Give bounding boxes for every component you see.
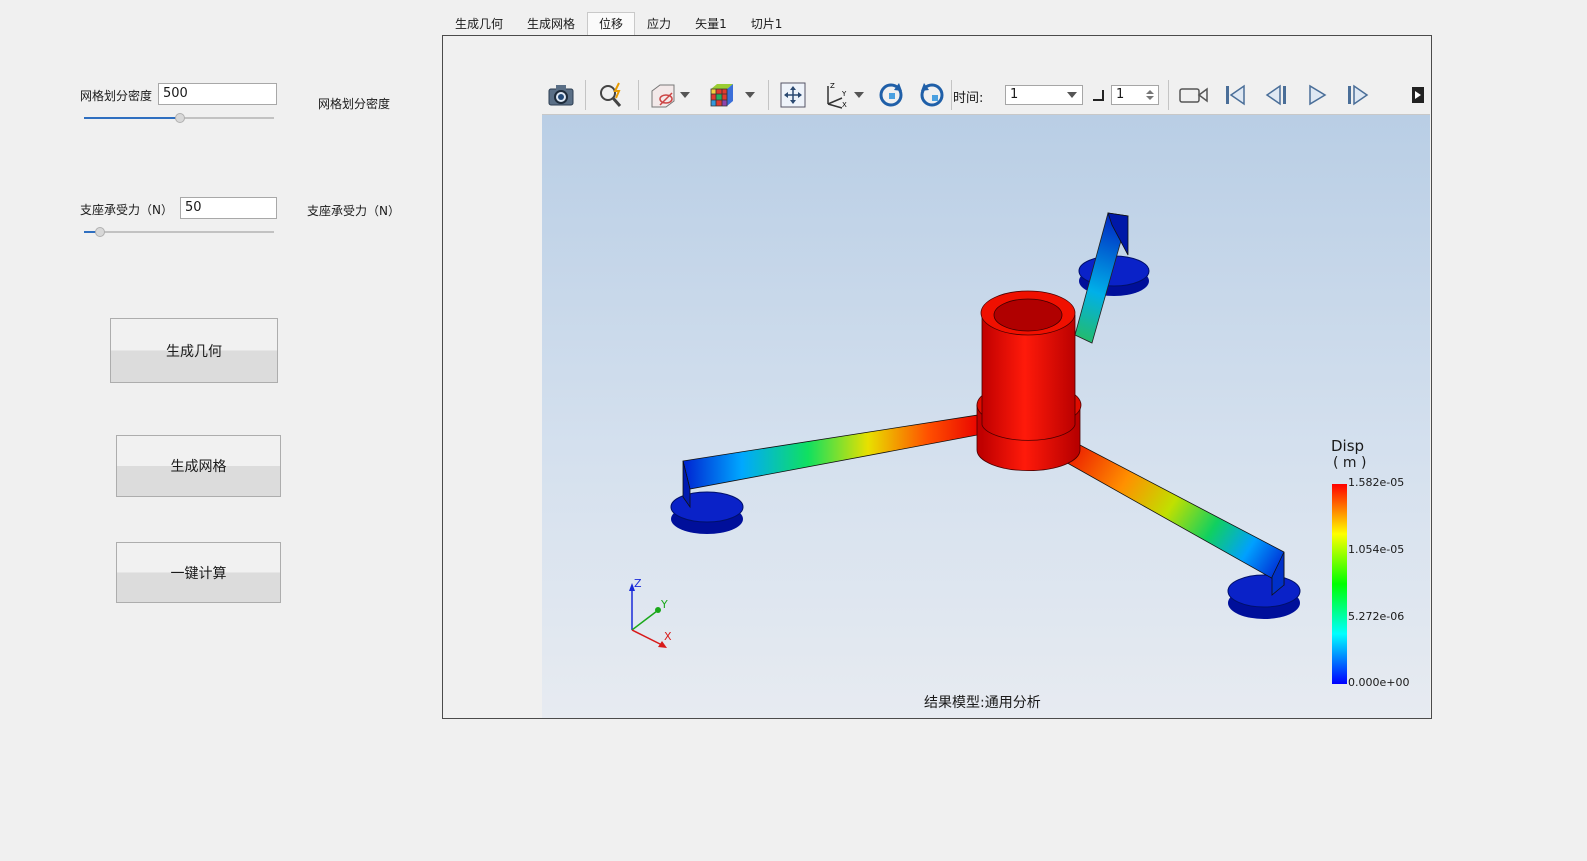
zoom-icon[interactable] xyxy=(597,80,627,110)
legend-min-label: 0.000e+00 xyxy=(1348,676,1410,689)
color-cube-icon[interactable] xyxy=(707,80,737,110)
display-mode-dropdown-icon[interactable] xyxy=(676,80,694,110)
tab-generate-geometry[interactable]: 生成几何 xyxy=(443,12,515,37)
legend-title: Disp xyxy=(1331,437,1365,455)
axes-icon[interactable]: ZYX xyxy=(820,80,850,110)
support-force-input[interactable]: 50 xyxy=(180,197,277,219)
axes-dropdown-icon[interactable] xyxy=(850,80,868,110)
model-viewport[interactable]: Z Y X Disp ( m ) 1.582e-05 1.054e-05 5.2… xyxy=(542,115,1430,718)
step-icon xyxy=(1093,90,1104,101)
generate-mesh-button[interactable]: 生成网格 xyxy=(116,435,281,497)
legend-unit: ( m ) xyxy=(1333,455,1367,471)
mesh-density-input[interactable]: 500 xyxy=(158,83,277,105)
svg-text:Z: Z xyxy=(830,82,835,90)
generate-geometry-button[interactable]: 生成几何 xyxy=(110,318,278,383)
support-force-side-label: 支座承受力（N） xyxy=(307,204,400,218)
time-select[interactable]: 1 xyxy=(1005,85,1083,105)
triad-y-label: Y xyxy=(660,598,668,611)
fit-view-icon[interactable] xyxy=(778,80,808,110)
next-frame-icon[interactable] xyxy=(1343,80,1373,110)
triad-x-label: X xyxy=(664,630,672,643)
mesh-density-side-label: 网格划分密度 xyxy=(318,97,391,111)
color-cube-dropdown-icon[interactable] xyxy=(741,80,759,110)
legend-color-bar xyxy=(1332,484,1347,684)
result-model-caption: 结果模型:通用分析 xyxy=(924,695,1041,711)
triad-z-label: Z xyxy=(634,577,642,590)
legend-mid-low-label: 5.272e-06 xyxy=(1348,610,1405,623)
tab-vector1[interactable]: 矢量1 xyxy=(683,12,739,37)
svg-text:X: X xyxy=(842,101,847,109)
display-mode-icon[interactable] xyxy=(648,80,678,110)
time-label: 时间: xyxy=(953,91,984,106)
rotate-ccw-icon[interactable] xyxy=(917,80,947,110)
step-spinbox-value: 1 xyxy=(1116,87,1125,102)
mesh-density-slider-handle[interactable] xyxy=(175,113,185,123)
tab-displacement[interactable]: 位移 xyxy=(587,12,636,36)
support-force-slider-handle[interactable] xyxy=(95,227,105,237)
time-select-value: 1 xyxy=(1010,87,1019,102)
legend-max-label: 1.582e-05 xyxy=(1348,476,1405,489)
support-force-label: 支座承受力（N） xyxy=(80,203,173,217)
step-spinbox[interactable]: 1 xyxy=(1111,85,1159,105)
tab-slice1[interactable]: 切片1 xyxy=(739,12,795,37)
record-icon[interactable] xyxy=(1179,80,1209,110)
one-click-compute-button[interactable]: 一键计算 xyxy=(116,542,281,603)
prev-frame-icon[interactable] xyxy=(1261,80,1291,110)
support-force-slider[interactable] xyxy=(84,226,274,238)
legend-mid-high-label: 1.054e-05 xyxy=(1348,543,1405,556)
mesh-density-label: 网格划分密度 xyxy=(80,89,153,103)
result-tabs: 生成几何 生成网格 位移 应力 矢量1 切片1 xyxy=(443,12,794,36)
axis-triad: Z Y X xyxy=(629,577,672,648)
play-icon[interactable] xyxy=(1302,80,1332,110)
rotate-cw-icon[interactable] xyxy=(876,80,906,110)
svg-text:Y: Y xyxy=(841,90,847,98)
tab-stress[interactable]: 应力 xyxy=(635,12,683,37)
first-frame-icon[interactable] xyxy=(1220,80,1250,110)
tab-generate-mesh[interactable]: 生成网格 xyxy=(515,12,587,37)
mesh-density-slider[interactable] xyxy=(84,112,274,124)
spinbox-arrows-icon[interactable] xyxy=(1146,89,1154,101)
viewer-toolbar: ZYX 时间: 1 1 xyxy=(542,76,1430,115)
expand-icon[interactable] xyxy=(1408,80,1428,110)
camera-icon[interactable] xyxy=(546,80,576,110)
time-select-arrow-icon xyxy=(1067,92,1077,98)
